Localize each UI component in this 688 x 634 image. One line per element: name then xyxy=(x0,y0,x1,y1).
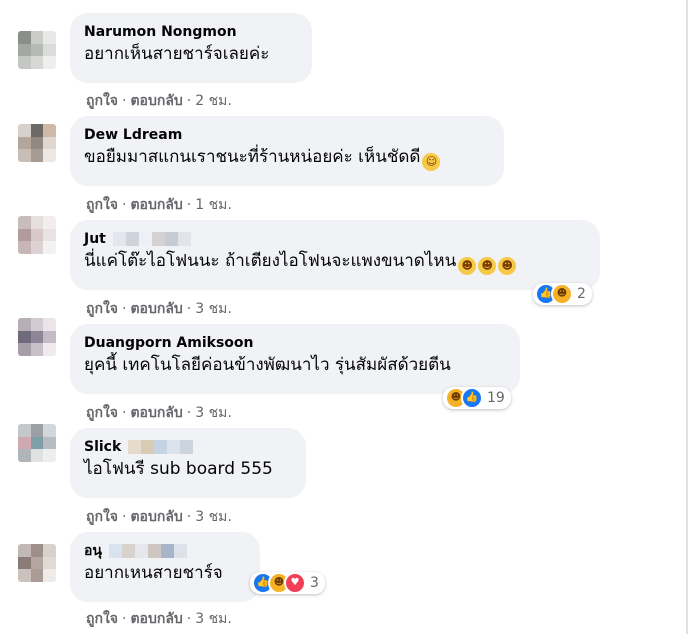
reply-link[interactable]: ตอบกลับ xyxy=(130,611,182,627)
comment-author-name[interactable]: Slick xyxy=(84,439,121,455)
comment-time[interactable]: 1 ชม. xyxy=(195,197,232,213)
rofl-icon: ☻ xyxy=(478,257,497,275)
reply-link[interactable]: ตอบกลับ xyxy=(130,405,182,421)
comment-text-body: อยากเห็นสายชาร์จเลยค่ะ xyxy=(84,44,270,64)
avatar[interactable] xyxy=(18,31,56,69)
comment-time[interactable]: 3 ชม. xyxy=(195,405,232,421)
smiling-face-icon: ☺ xyxy=(422,153,441,171)
comment-bubble: Dew Ldream ขอยืมมาสแกนเราชนะที่ร้านหน่อย… xyxy=(70,116,504,186)
comment-text-body: ไอโฟนรี sub board 555 xyxy=(84,459,273,479)
like-link[interactable]: ถูกใจ xyxy=(86,405,118,421)
comment-actions: ถูกใจ · ตอบกลับ · 3 ชม. xyxy=(86,611,232,627)
comment-bubble: Narumon Nongmon อยากเห็นสายชาร์จเลยค่ะ xyxy=(70,13,312,83)
rofl-icon: ☻ xyxy=(458,257,477,275)
comment-time[interactable]: 2 ชม. xyxy=(195,93,232,109)
like-link[interactable]: ถูกใจ xyxy=(86,301,118,317)
comment-author-name[interactable]: อนุ xyxy=(84,543,102,559)
avatar[interactable] xyxy=(18,124,56,162)
like-link[interactable]: ถูกใจ xyxy=(86,509,118,525)
reply-link[interactable]: ตอบกลับ xyxy=(130,509,182,525)
comment-time[interactable]: 3 ชม. xyxy=(195,611,232,627)
comment-text: นี่แค่โต๊ะไอโฟนนะ ถ้าเตียงไอโฟนจะแพงขนาด… xyxy=(84,249,586,275)
comment-text: อยากเห็นสายชาร์จเลยค่ะ xyxy=(84,42,298,66)
comment-author-name[interactable]: Duangporn Amiksoon xyxy=(84,335,253,351)
reaction-summary[interactable]: 👍 ☻ 2 xyxy=(533,283,592,305)
comment-actions: ถูกใจ · ตอบกลับ · 3 ชม. xyxy=(86,405,232,421)
comment-author-name[interactable]: Narumon Nongmon xyxy=(84,24,237,40)
avatar[interactable] xyxy=(18,544,56,582)
comment-time[interactable]: 3 ชม. xyxy=(195,301,232,317)
comment-bubble: Slick ไอโฟนรี sub board 555 xyxy=(70,428,306,498)
comment-actions: ถูกใจ · ตอบกลับ · 3 ชม. xyxy=(86,509,232,525)
comment-text: ขอยืมมาสแกนเราชนะที่ร้านหน่อยค่ะ เห็นชัด… xyxy=(84,145,490,171)
reply-link[interactable]: ตอบกลับ xyxy=(130,197,182,213)
comment-text-body: อยากเหนสายชาร์จ xyxy=(84,563,223,583)
comment-author[interactable]: Duangporn Amiksoon xyxy=(84,333,506,353)
comment-author[interactable]: Jut xyxy=(84,229,586,249)
rofl-icon: ☻ xyxy=(498,257,517,275)
comment-actions: ถูกใจ · ตอบกลับ · 1 ชม. xyxy=(86,197,232,213)
comment-text: อยากเหนสายชาร์จ xyxy=(84,561,246,585)
comment-text: ยุคนี้ เทคโนโลยีค่อนข้างพัฒนาไว รุ่นสัมผ… xyxy=(84,353,506,377)
like-link[interactable]: ถูกใจ xyxy=(86,93,118,109)
comment-author[interactable]: Dew Ldream xyxy=(84,125,490,145)
avatar[interactable] xyxy=(18,424,56,462)
comment-text-body: ยุคนี้ เทคโนโลยีค่อนข้างพัฒนาไว รุ่นสัมผ… xyxy=(84,355,451,375)
comment-actions: ถูกใจ · ตอบกลับ · 2 ชม. xyxy=(86,93,232,109)
comment-author[interactable]: Narumon Nongmon xyxy=(84,22,298,42)
reaction-count: 19 xyxy=(487,390,505,406)
reply-link[interactable]: ตอบกลับ xyxy=(130,301,182,317)
redacted-name-blur xyxy=(108,544,187,558)
comment-actions: ถูกใจ · ตอบกลับ · 3 ชม. xyxy=(86,301,232,317)
like-link[interactable]: ถูกใจ xyxy=(86,611,118,627)
reply-link[interactable]: ตอบกลับ xyxy=(130,93,182,109)
redacted-name-blur xyxy=(128,440,194,454)
comment-author-name[interactable]: Jut xyxy=(84,231,106,247)
comment-text: ไอโฟนรี sub board 555 xyxy=(84,457,292,481)
comment-text-body: นี่แค่โต๊ะไอโฟนนะ ถ้าเตียงไอโฟนจะแพงขนาด… xyxy=(84,251,457,271)
comment-time[interactable]: 3 ชม. xyxy=(195,509,232,525)
comment-author-name[interactable]: Dew Ldream xyxy=(84,127,182,143)
haha-reaction-icon: ☻ xyxy=(551,283,573,305)
comment-text-body: ขอยืมมาสแกนเราชนะที่ร้านหน่อยค่ะ เห็นชัด… xyxy=(84,147,421,167)
like-link[interactable]: ถูกใจ xyxy=(86,197,118,213)
comment-bubble: Duangporn Amiksoon ยุคนี้ เทคโนโลยีค่อนข… xyxy=(70,324,520,394)
like-reaction-icon: 👍 xyxy=(461,387,483,409)
comment-bubble: อนุ อยากเหนสายชาร์จ xyxy=(70,532,260,602)
redacted-name-blur xyxy=(112,232,191,246)
comment-bubble: Jut นี่แค่โต๊ะไอโฟนนะ ถ้าเตียงไอโฟนจะแพง… xyxy=(70,220,600,290)
reaction-count: 3 xyxy=(310,575,319,591)
reaction-summary[interactable]: ☻ 👍 19 xyxy=(443,387,511,409)
love-reaction-icon: ♥ xyxy=(284,572,306,594)
comment-author[interactable]: Slick xyxy=(84,437,292,457)
comment-author[interactable]: อนุ xyxy=(84,541,246,561)
avatar[interactable] xyxy=(18,216,56,254)
avatar[interactable] xyxy=(18,318,56,356)
reaction-count: 2 xyxy=(577,286,586,302)
reaction-summary[interactable]: 👍 ☻ ♥ 3 xyxy=(250,572,325,594)
